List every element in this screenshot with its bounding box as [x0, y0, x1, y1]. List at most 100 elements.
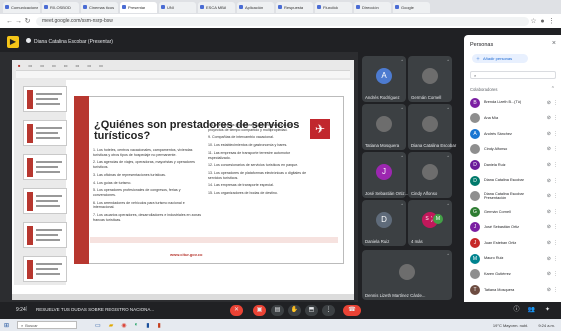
task-view-icon[interactable]: ▭ — [95, 322, 101, 329]
browser-tab[interactable]: Comunicaciones — [3, 1, 40, 13]
menu-kebab-icon[interactable]: ⋮ — [547, 17, 556, 25]
participant-avatar — [399, 264, 415, 280]
add-people-button[interactable]: ＋ Añadir personas — [472, 54, 528, 63]
participant-list-name: Diana Catalina Escobar Presentación — [484, 191, 524, 201]
participant-list-item[interactable]: M Mauro Ruiz ⊘ ⋮ — [470, 251, 558, 266]
browser-tab[interactable]: ESCA MBA — [198, 1, 235, 13]
participant-tile[interactable]: Tatiana Mosquera ◦ — [362, 104, 406, 150]
taskbar-search[interactable]: ⌕ Buscar — [17, 321, 78, 329]
windows-start-icon[interactable]: ⊞ — [4, 322, 9, 329]
back-icon[interactable]: ← — [5, 18, 14, 25]
participant-list-item[interactable]: B Brenda Lizeth B...(Tú) ⊘ ⋮ — [470, 95, 558, 110]
more-options-icon[interactable]: ⋮ — [553, 209, 558, 215]
slide-thumbnail[interactable] — [23, 120, 67, 146]
favicon-icon — [5, 5, 9, 9]
close-icon[interactable]: × — [552, 40, 556, 47]
participant-list-item[interactable]: D Diana Catalina Escobar ⊘ ⋮ — [470, 173, 558, 188]
weather-status: 19°C Mayorm. nubl. — [492, 322, 529, 328]
participant-list-item[interactable]: J Juan Esteban Ortiz ⊘ ⋮ — [470, 235, 558, 250]
browser-tab[interactable]: Respuesta — [276, 1, 313, 13]
slide-thumbnail[interactable] — [23, 188, 67, 214]
participant-tile[interactable]: Dennis Lizeth Martínez Cárde... ◦ — [362, 250, 452, 300]
raise-hand-icon[interactable]: ✋ — [288, 305, 301, 316]
browser-tab[interactable]: Presentar — [120, 1, 157, 13]
more-options-icon[interactable]: ⋮ — [553, 115, 558, 121]
info-icon[interactable]: ⓘ — [510, 305, 523, 316]
forward-icon[interactable]: → — [14, 18, 23, 25]
more-options-icon[interactable]: ⋮ — [553, 162, 558, 168]
reload-icon[interactable]: ↻ — [23, 17, 32, 25]
presenter-label: Diana Catalina Escobar (Presentar) — [34, 39, 113, 45]
powerpoint-icon[interactable]: ▮ — [158, 322, 161, 329]
participant-list-item[interactable]: T Tatiana Mosquera ⊘ ⋮ — [470, 282, 558, 297]
more-options-icon[interactable]: ⋮ — [322, 305, 335, 316]
participant-tile[interactable]: J José Sebastián Ortiz... ◦ — [362, 152, 408, 198]
participant-tile[interactable]: Cindy Alfonso ◦ — [408, 152, 452, 198]
more-options-icon[interactable]: ⋮ — [553, 224, 558, 230]
people-icon[interactable]: 👥 — [525, 305, 538, 316]
word-icon[interactable]: ▮ — [146, 322, 149, 329]
mic-muted-icon: ⊘ — [546, 208, 551, 215]
chevron-up-icon[interactable]: ⌃ — [551, 86, 555, 92]
mic-muted-icon: ◦ — [447, 252, 449, 258]
browser-tab[interactable]: R0-OSBOD — [42, 1, 79, 13]
participant-list-item[interactable]: A Andrés Sánchez ⊘ ⋮ — [470, 126, 558, 141]
slide-list-item: 6. Los arrendadores de vehículos para tu… — [93, 200, 185, 210]
slide-thumbnail[interactable] — [23, 86, 67, 112]
present-icon[interactable]: ⬒ — [305, 305, 318, 316]
slide-thumbnail[interactable] — [23, 222, 67, 248]
slide-list-item: 5. Los operadores profesionales de congr… — [93, 188, 181, 197]
more-options-icon[interactable]: ⋮ — [553, 287, 558, 293]
more-participants-avatar: M — [433, 214, 443, 224]
edge-icon[interactable]: ◐ — [135, 322, 139, 328]
participant-tile[interactable]: D Daniela Ruiz ◦ — [362, 200, 406, 246]
browser-tab[interactable]: Fluxclick — [315, 1, 352, 13]
bookmark-star-icon[interactable]: ☆ — [529, 17, 538, 25]
browser-tab[interactable]: UNI — [159, 1, 196, 13]
more-options-icon[interactable]: ⋮ — [553, 240, 558, 246]
favicon-icon — [44, 5, 48, 9]
mic-off-icon[interactable]: ✕ — [230, 305, 243, 316]
captions-icon[interactable]: ▤ — [271, 305, 284, 316]
participant-avatar: A — [470, 128, 480, 139]
more-options-icon[interactable]: ⋮ — [553, 256, 558, 262]
slide-list-item: 14. Las empresas de transporte especial. — [208, 183, 274, 188]
participant-initial: J — [473, 239, 477, 246]
more-options-icon[interactable]: ⋮ — [553, 100, 558, 106]
more-options-icon[interactable]: ⋮ — [553, 178, 558, 184]
more-participants-avatar: S — [422, 214, 432, 224]
more-options-icon[interactable]: ⋮ — [553, 146, 558, 152]
profile-icon[interactable]: ● — [538, 18, 547, 25]
participant-list-item[interactable]: Karen Gutiérrez ⊘ ⋮ — [470, 267, 558, 282]
activities-icon[interactable]: ✦ — [541, 305, 554, 316]
participant-list-item[interactable]: Diana Catalina Escobar Presentación ⊘ ⋮ — [470, 189, 558, 204]
participant-list-item[interactable]: G Germán Cornell ⊘ ⋮ — [470, 204, 558, 219]
participant-list-item[interactable]: Cindy Alfonso ⊘ ⋮ — [470, 142, 558, 157]
camera-off-icon[interactable]: ▣ — [253, 305, 266, 316]
search-people-input[interactable]: ⌕ — [470, 71, 556, 79]
participant-list-item[interactable]: J José Sebastián Ortiz ⊘ ⋮ — [470, 220, 558, 235]
participant-tile[interactable]: A Andrés Rodríguez ◦ — [362, 56, 406, 102]
slide-thumbnail[interactable] — [23, 256, 67, 282]
participant-list-item[interactable]: D Daniela Ruiz ⊘ ⋮ — [470, 157, 558, 172]
favicon-icon — [161, 5, 165, 9]
participant-initial: G — [473, 208, 477, 215]
more-options-icon[interactable]: ⋮ — [553, 193, 558, 199]
leave-call-icon[interactable]: ☎ — [343, 305, 361, 316]
browser-tab[interactable]: Cinemas ticos — [81, 1, 118, 13]
slide-list-item: 10. Los establecimientos de gastronomía … — [208, 143, 288, 148]
participant-tile[interactable]: Diana Catalina Escobar ◦ — [408, 104, 456, 150]
slide-thumbnail[interactable] — [23, 154, 67, 180]
chrome-icon[interactable]: ◉ — [121, 322, 126, 329]
browser-tab[interactable]: Google — [393, 1, 430, 13]
browser-tab-label: Comunicaciones — [11, 4, 38, 10]
more-options-icon[interactable]: ⋮ — [553, 131, 558, 137]
participant-tile[interactable]: Germán Cornell ◦ — [408, 56, 452, 102]
mic-muted-icon: ⊘ — [546, 146, 551, 153]
file-explorer-icon[interactable]: ▰ — [109, 322, 114, 329]
participant-list-item[interactable]: Ana Mía ⊘ ⋮ — [470, 111, 558, 126]
more-options-icon[interactable]: ⋮ — [553, 271, 558, 277]
url-field[interactable]: meet.google.com/ssm-nsrp-bsw — [36, 16, 529, 26]
browser-tab[interactable]: Aplicación — [237, 1, 274, 13]
browser-tab[interactable]: Dirección — [354, 1, 391, 13]
